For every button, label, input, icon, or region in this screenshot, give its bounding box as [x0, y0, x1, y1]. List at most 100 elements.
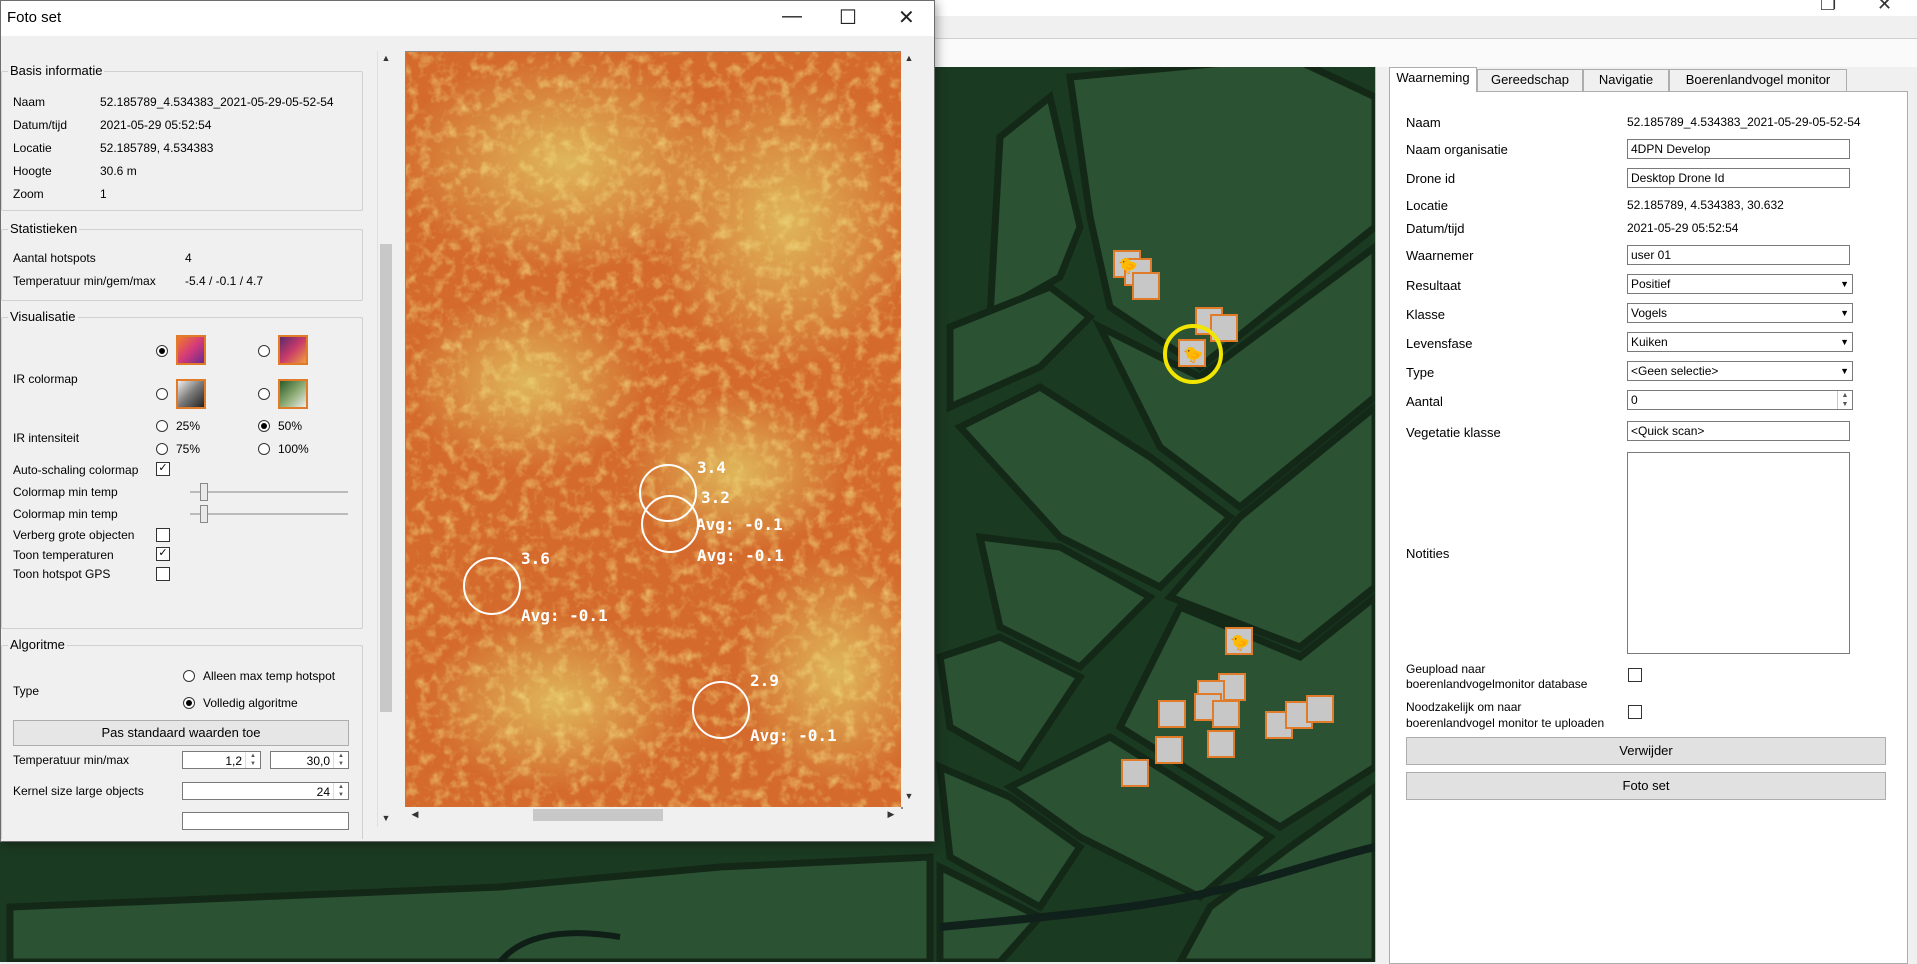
hoogte-label: Hoogte — [13, 164, 52, 178]
ir-hscroll-thumb[interactable] — [533, 809, 663, 821]
hide-large-objects-checkbox[interactable] — [156, 528, 170, 542]
hoogte-value: 30.6 m — [100, 164, 137, 178]
colormap-radio-1[interactable] — [156, 345, 168, 357]
type-label: Type — [1406, 365, 1435, 380]
intensity-radio-50[interactable] — [258, 420, 270, 432]
algo-opt-max-temp: Alleen max temp hotspot — [203, 669, 336, 683]
colormap-min-slider[interactable] — [190, 491, 348, 493]
levensfase-select[interactable]: Kuiken ▼ — [1627, 332, 1853, 352]
noodzakelijk-checkbox[interactable] — [1628, 705, 1642, 719]
ir-image-view[interactable]: 3.4 3.2 Avg: -0.1 Avg: -0.1 3.6 Avg: -0.… — [405, 51, 903, 809]
ir-vertical-scrollbar[interactable]: ▲ ▼ — [901, 51, 918, 807]
algo-radio-full[interactable] — [183, 697, 195, 709]
scroll-down-icon[interactable]: ▼ — [901, 791, 917, 801]
scroll-up-icon[interactable]: ▲ — [901, 53, 917, 63]
stepper-arrows-icon[interactable]: ▲ ▼ — [1837, 391, 1852, 409]
colormap-swatch-hot[interactable] — [176, 335, 206, 365]
organisation-field[interactable]: 4DPN Develop — [1627, 139, 1850, 159]
stepper-arrows-icon[interactable]: ▲ ▼ — [245, 752, 260, 768]
ir-horizontal-scrollbar[interactable]: ◀ ▶ — [405, 807, 901, 824]
type-select[interactable]: <Geen selectie> ▼ — [1627, 361, 1853, 381]
close-icon[interactable]: ✕ — [1877, 0, 1892, 15]
visualisatie-group: Visualisatie IR colormap IR intensiteit … — [1, 309, 363, 629]
algo-type-label: Type — [13, 684, 40, 698]
autoscale-checkbox[interactable]: ✓ — [156, 462, 170, 476]
temp-max-field[interactable]: 30,0 ▲ ▼ — [270, 751, 349, 769]
algoritme-group: Algoritme Type Alleen max temp hotspot V… — [1, 637, 363, 839]
chevron-down-icon: ▼ — [1840, 308, 1849, 318]
colormap-radio-3[interactable] — [156, 388, 168, 400]
colormap-swatch-green[interactable] — [278, 379, 308, 409]
colormap-max-slider-thumb[interactable] — [200, 505, 208, 523]
scroll-down-icon[interactable]: ▼ — [378, 813, 394, 823]
hide-large-objects-label: Verberg grote objecten — [13, 528, 135, 542]
tab-navigatie[interactable]: Navigatie — [1583, 69, 1669, 91]
maximize-icon[interactable]: ☐ — [839, 5, 857, 30]
colormap-max-slider[interactable] — [190, 513, 348, 515]
main-window-menubar — [935, 39, 1917, 68]
show-temperatures-checkbox[interactable]: ✓ — [156, 547, 170, 561]
intensity-25-label: 25% — [176, 419, 201, 433]
colormap-swatch-gray[interactable] — [176, 379, 206, 409]
noodzakelijk-label-line2: boerenlandvogel monitor te uploaden — [1406, 716, 1605, 730]
algo-radio-max-temp[interactable] — [183, 670, 195, 682]
statistieken-group: Statistieken Aantal hotspots 4 Temperatu… — [1, 221, 363, 301]
colormap-radio-4[interactable] — [258, 388, 270, 400]
settings-scrollbar[interactable]: ▲ ▼ — [377, 51, 395, 827]
next-field-partial[interactable] — [182, 812, 349, 830]
settings-scrollbar-thumb[interactable] — [380, 244, 392, 712]
observation-panel: Waarneming Gereedschap Navigatie Boerenl… — [1375, 67, 1917, 964]
aantal-label: Aantal — [1406, 394, 1443, 409]
resultaat-select[interactable]: Positief ▼ — [1627, 274, 1853, 294]
dialog-titlebar: Foto set — ☐ ✕ — [1, 1, 934, 36]
show-hotspot-gps-checkbox[interactable] — [156, 567, 170, 581]
delete-button[interactable]: Verwijder — [1406, 737, 1886, 765]
stepper-arrows-icon[interactable]: ▲ ▼ — [333, 752, 348, 768]
minimize-icon[interactable]: — — [782, 5, 802, 28]
temp-min-field[interactable]: 1,2 ▲ ▼ — [182, 751, 261, 769]
foto-set-button[interactable]: Foto set — [1406, 772, 1886, 800]
statistieken-title: Statistieken — [8, 221, 80, 236]
aantal-stepper[interactable]: 0 ▲ ▼ — [1627, 390, 1853, 410]
scroll-up-icon[interactable]: ▲ — [378, 53, 394, 63]
datum-value: 2021-05-29 05:52:54 — [100, 118, 212, 132]
scroll-right-icon[interactable]: ▶ — [883, 809, 899, 820]
algo-opt-full: Volledig algoritme — [203, 696, 298, 710]
drone-id-field[interactable]: Desktop Drone Id — [1627, 168, 1850, 188]
chevron-down-icon: ▼ — [1840, 337, 1849, 347]
upload-label-line1: Geupload naar — [1406, 662, 1486, 676]
colormap-radio-2[interactable] — [258, 345, 270, 357]
apply-defaults-button[interactable]: Pas standaard waarden toe — [13, 720, 349, 746]
klasse-select[interactable]: Vogels ▼ — [1627, 303, 1853, 323]
klasse-label: Klasse — [1406, 307, 1446, 322]
colormap-min-slider-thumb[interactable] — [200, 483, 208, 501]
settings-panel: Basis informatie Naam 52.185789_4.534383… — [1, 49, 377, 839]
intensity-radio-25[interactable] — [156, 420, 168, 432]
upload-checkbox[interactable] — [1628, 668, 1642, 682]
visualisatie-title: Visualisatie — [8, 309, 78, 324]
naam-value: 52.185789_4.534383_2021-05-29-05-52-54 — [100, 95, 334, 109]
waarnemer-field[interactable]: user 01 — [1627, 245, 1850, 265]
tab-waarneming[interactable]: Waarneming — [1389, 67, 1477, 92]
colormap-min-temp-label: Colormap min temp — [13, 485, 118, 499]
colormap-swatch-purple[interactable] — [278, 335, 308, 365]
intensity-radio-100[interactable] — [258, 443, 270, 455]
close-icon[interactable]: ✕ — [898, 5, 915, 30]
notities-textarea[interactable] — [1627, 452, 1850, 654]
scroll-left-icon[interactable]: ◀ — [407, 809, 423, 820]
zoom-value: 1 — [100, 187, 107, 201]
noodzakelijk-label-line1: Noodzakelijk om naar — [1406, 700, 1522, 714]
stepper-arrows-icon[interactable]: ▲ ▼ — [333, 783, 348, 799]
tab-gereedschap[interactable]: Gereedschap — [1477, 69, 1583, 91]
intensity-100-label: 100% — [278, 442, 309, 456]
vegetatie-field[interactable]: <Quick scan> — [1627, 421, 1850, 441]
kernel-size-field[interactable]: 24 ▲ ▼ — [182, 782, 349, 800]
aantal-value: 0 — [1631, 393, 1638, 407]
tab-boerenlandvogel-monitor[interactable]: Boerenlandvogel monitor — [1669, 69, 1847, 91]
basis-info-title: Basis informatie — [8, 63, 105, 78]
intensity-radio-75[interactable] — [156, 443, 168, 455]
upload-label-line2: boerenlandvogelmonitor database — [1406, 677, 1588, 691]
basis-info-group: Basis informatie Naam 52.185789_4.534383… — [1, 63, 363, 211]
intensity-50-label: 50% — [278, 419, 303, 433]
restore-icon[interactable]: ❐ — [1820, 0, 1836, 15]
